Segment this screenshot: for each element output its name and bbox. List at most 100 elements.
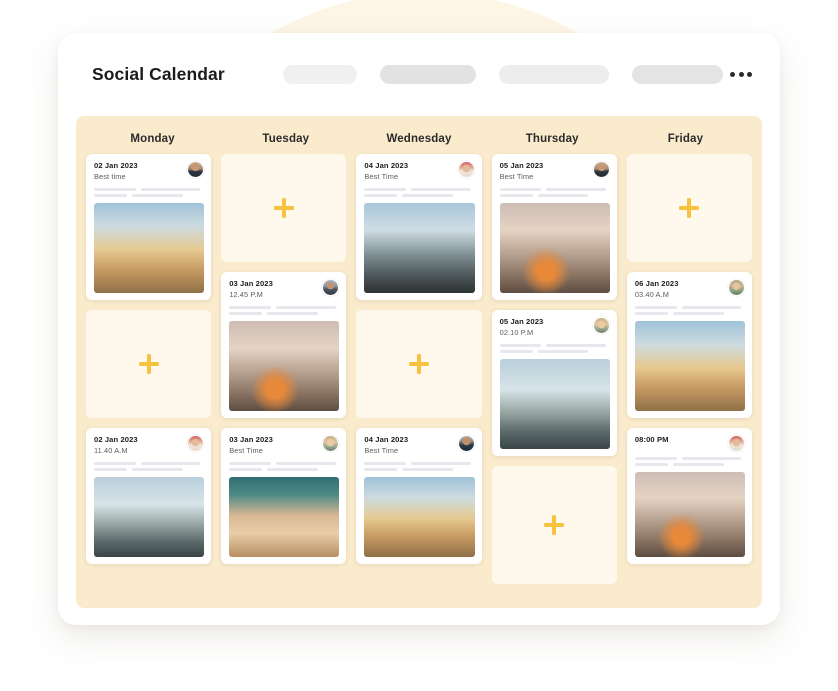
post-card[interactable]: 06 Jan 2023 03.40 A.M — [626, 272, 753, 418]
add-post-slot[interactable] — [221, 154, 347, 262]
toolbar-pill-2[interactable] — [379, 65, 476, 84]
avatar[interactable] — [728, 279, 746, 296]
placeholder-bar — [499, 343, 542, 347]
post-card-meta: 02 Jan 2023 11.40 A.M — [94, 435, 138, 457]
placeholder-line-row — [94, 187, 204, 191]
avatar-man-beard-icon — [593, 162, 609, 177]
post-placeholder-lines — [499, 187, 610, 197]
placeholder-line-row — [499, 349, 610, 353]
post-card[interactable]: 04 Jan 2023 Best Time — [356, 428, 482, 564]
screenshot-root: Social Calendar Monday Tuesday Wednesday Th… — [0, 0, 838, 691]
post-thumbnail[interactable] — [499, 358, 610, 449]
post-thumbnail[interactable] — [364, 202, 475, 293]
plus-icon — [679, 198, 700, 218]
placeholder-bar — [140, 187, 201, 191]
post-date: 02 Jan 2023 — [94, 435, 138, 444]
post-card[interactable]: 02 Jan 2023 11.40 A.M — [86, 428, 212, 564]
post-card-meta: 04 Jan 2023 Best Time — [364, 161, 408, 183]
placeholder-bar — [364, 467, 398, 471]
post-card[interactable]: 05 Jan 2023 02.10 P.M — [491, 310, 617, 456]
placeholder-bar — [267, 311, 318, 315]
post-thumbnail[interactable] — [229, 320, 340, 411]
add-post-slot[interactable] — [86, 310, 212, 418]
add-post-slot[interactable] — [626, 154, 753, 262]
placeholder-line-row — [94, 467, 204, 471]
avatar-woman-flowers-icon — [458, 162, 474, 177]
day-header-row: Monday Tuesday Wednesday Thursday Friday — [86, 124, 752, 154]
placeholder-bar — [276, 461, 336, 465]
post-thumbnail[interactable] — [364, 476, 475, 557]
post-placeholder-lines — [364, 461, 474, 471]
post-thumbnail[interactable] — [94, 202, 205, 293]
avatar[interactable] — [592, 161, 610, 178]
post-date: 04 Jan 2023 — [364, 161, 409, 170]
placeholder-line-row — [229, 311, 339, 315]
post-date: 08:00 PM — [634, 435, 669, 444]
post-thumbnail[interactable] — [229, 476, 340, 557]
kebab-dot — [747, 72, 752, 77]
post-card[interactable]: 03 Jan 2023 Best Time — [221, 428, 347, 564]
post-card-header: 04 Jan 2023 Best Time — [364, 161, 475, 183]
placeholder-bar — [276, 305, 336, 309]
couple-leather-jackets-image — [364, 202, 475, 293]
placeholder-bar — [132, 193, 183, 197]
post-thumbnail[interactable] — [634, 320, 746, 411]
post-card[interactable]: 03 Jan 2023 12.45 P.M — [221, 272, 347, 418]
post-card-header: 03 Jan 2023 12.45 P.M — [229, 279, 340, 301]
post-date: 05 Jan 2023 — [499, 161, 544, 170]
add-post-slot[interactable] — [491, 466, 617, 584]
avatar[interactable] — [728, 435, 746, 452]
placeholder-bar — [364, 193, 398, 197]
post-thumbnail[interactable] — [634, 472, 746, 557]
post-date: 02 Jan 2023 — [94, 161, 138, 170]
post-card-header: 05 Jan 2023 02.10 P.M — [500, 317, 610, 339]
post-thumbnail[interactable] — [94, 476, 205, 557]
post-subtitle: 02.10 P.M — [499, 328, 534, 338]
add-post-slot[interactable] — [356, 310, 482, 418]
post-card-header: 08:00 PM — [634, 435, 746, 452]
placeholder-line-row — [499, 187, 610, 191]
placeholder-bar — [411, 461, 471, 465]
placeholder-bar — [681, 305, 742, 309]
post-card[interactable]: 08:00 PM — [626, 428, 753, 564]
post-card[interactable]: 04 Jan 2023 Best Time — [356, 154, 482, 300]
avatar[interactable] — [187, 435, 205, 452]
avatar[interactable] — [187, 161, 205, 178]
two-women-selfie-sunset-image — [364, 476, 475, 557]
post-card-meta: 05 Jan 2023 Best Time — [500, 161, 544, 183]
avatar[interactable] — [457, 161, 475, 178]
placeholder-bar — [634, 457, 677, 460]
post-subtitle: Best time — [94, 172, 126, 182]
placeholder-bar — [499, 187, 542, 191]
post-card[interactable]: 02 Jan 2023 Best time — [86, 154, 212, 300]
avatar[interactable] — [457, 435, 475, 452]
avatar[interactable] — [592, 317, 610, 334]
placeholder-bar — [402, 467, 454, 471]
kebab-menu-icon[interactable] — [728, 66, 754, 83]
avatar-woman-long-hair-icon — [729, 280, 745, 295]
avatar[interactable] — [322, 435, 340, 452]
post-card-header: 04 Jan 2023 Best Time — [364, 435, 475, 457]
placeholder-line-row — [364, 461, 474, 465]
toolbar-pill-3[interactable] — [498, 65, 609, 84]
post-card-header: 05 Jan 2023 Best Time — [500, 161, 610, 183]
post-date: 03 Jan 2023 — [229, 435, 273, 444]
toolbar-pill-1[interactable] — [282, 65, 357, 84]
post-date: 06 Jan 2023 — [634, 279, 679, 288]
post-card[interactable]: 05 Jan 2023 Best Time — [491, 154, 617, 300]
post-placeholder-lines — [229, 305, 339, 315]
toolbar-pill-4[interactable] — [631, 65, 723, 84]
post-thumbnail[interactable] — [499, 202, 610, 293]
avatar[interactable] — [322, 279, 340, 296]
placeholder-bar — [364, 461, 407, 465]
placeholder-bar — [681, 457, 742, 460]
day-header-wednesday: Wednesday — [386, 133, 452, 145]
placeholder-bar — [499, 349, 533, 353]
post-card-meta: 03 Jan 2023 Best Time — [229, 435, 273, 457]
placeholder-bar — [546, 343, 606, 347]
day-header-thursday: Thursday — [525, 133, 579, 145]
placeholder-bar — [140, 461, 201, 465]
day-column-thursday: 05 Jan 2023 Best Time 05 Jan 2023 02.10 P.M — [491, 154, 617, 596]
placeholder-bar — [229, 467, 263, 471]
post-card-meta: 03 Jan 2023 12.45 P.M — [229, 279, 273, 301]
